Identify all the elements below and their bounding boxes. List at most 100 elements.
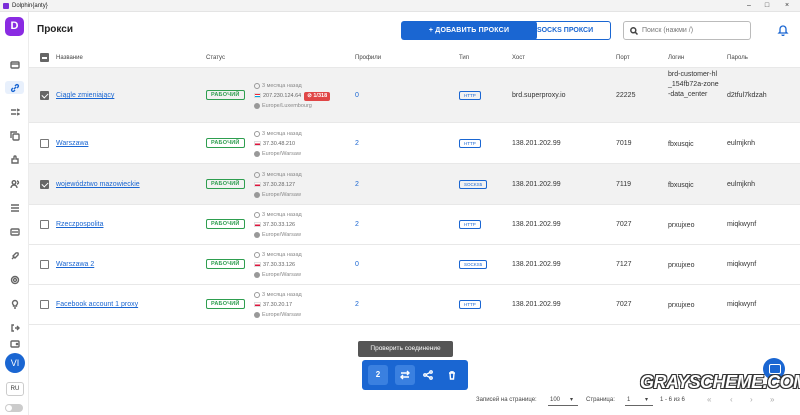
row-checkbox[interactable] — [40, 260, 49, 269]
timezone-text: Europe/Luxembourg — [262, 103, 312, 109]
proxy-type-badge: HTTP — [459, 91, 481, 100]
proxy-name-link[interactable]: Rzeczpospolita — [56, 221, 103, 228]
proxy-name-link[interactable]: Ciągle zmieniający — [56, 92, 114, 99]
timezone-text: Europe/Warsaw — [262, 151, 301, 157]
ip-address: 37.30.33.126 — [263, 222, 296, 228]
history-icon — [254, 82, 260, 89]
rocket-icon[interactable] — [7, 249, 22, 262]
copy-icon[interactable] — [7, 129, 22, 142]
settings-gear-icon[interactable] — [7, 273, 22, 286]
ip-address: 207.230.124.64 — [263, 93, 302, 99]
close-button[interactable]: × — [780, 0, 794, 12]
wallet-icon[interactable] — [7, 337, 22, 350]
country-flag-icon — [254, 222, 261, 228]
per-page-select[interactable]: 100 ▾ — [548, 395, 578, 406]
language-selector[interactable]: RU — [6, 382, 24, 396]
table-row[interactable]: Rzeczpospolita РАБОЧИЙ 3 месяца назад 37.30… — [29, 205, 800, 245]
password-text: miqkwynf — [727, 221, 757, 228]
port-text: 7127 — [616, 261, 632, 268]
profiles-count-link[interactable]: 2 — [355, 140, 359, 147]
search-input[interactable]: Поиск (нажми /) — [623, 21, 751, 40]
connection-info: 3 месяца назад 37.30.33.126 Europe/Warsaw — [254, 210, 302, 240]
select-all-checkbox[interactable] — [40, 53, 49, 62]
row-checkbox[interactable] — [40, 220, 49, 229]
timezone-text: Europe/Warsaw — [262, 232, 301, 238]
password-text: eulmjknh — [727, 140, 756, 147]
profiles-count-link[interactable]: 0 — [355, 261, 359, 268]
user-avatar[interactable]: VI — [5, 353, 25, 373]
country-flag-icon — [254, 262, 261, 268]
col-host: Хост — [512, 55, 526, 61]
browser-profiles-icon[interactable] — [7, 58, 22, 71]
ip-address: 37.30.48.210 — [263, 141, 296, 147]
country-flag-icon — [254, 141, 261, 147]
connection-info: 3 месяца назад 37.30.20.17 Europe/Warsaw — [254, 290, 302, 320]
window-title: Dolphin{anty} — [12, 3, 48, 9]
profiles-count-link[interactable]: 0 — [355, 92, 359, 99]
share-icon — [423, 370, 433, 380]
next-page-icon[interactable]: › — [750, 395, 753, 404]
checked-ago-text: 3 месяца назад — [262, 172, 302, 178]
minimize-button[interactable]: – — [742, 0, 756, 12]
maximize-button[interactable]: □ — [760, 0, 774, 12]
ip-address: 37.30.28.127 — [263, 182, 296, 188]
theme-toggle[interactable] — [5, 404, 23, 412]
globe-icon — [254, 231, 260, 238]
table-row[interactable]: Warszawa РАБОЧИЙ 3 месяца назад 37.30.48.21… — [29, 123, 800, 164]
proxy-type-badge: HTTP — [459, 300, 481, 309]
prev-page-icon[interactable]: ‹ — [730, 395, 733, 404]
col-name[interactable]: Название — [56, 55, 83, 61]
app-logo[interactable]: D — [5, 17, 24, 36]
page-select[interactable]: 1 ▾ — [625, 395, 653, 406]
table-row[interactable]: Warszawa 2 РАБОЧИЙ 3 месяца назад 37.30.33.… — [29, 245, 800, 285]
list-icon[interactable] — [7, 201, 22, 214]
timezone-line: Europe/Warsaw — [254, 310, 302, 320]
host-text: 138.201.202.99 — [512, 140, 561, 147]
logout-icon[interactable] — [7, 321, 22, 334]
ip-address: 37.30.33.126 — [263, 262, 296, 268]
swap-arrows-icon — [400, 370, 410, 380]
proxy-type-badge: HTTP — [459, 220, 481, 229]
profiles-count-link[interactable]: 2 — [355, 181, 359, 188]
table-row[interactable]: Ciągle zmieniający РАБОЧИЙ 3 месяца назад 2… — [29, 68, 800, 123]
timezone-line: Europe/Warsaw — [254, 270, 302, 280]
automation-icon[interactable] — [7, 105, 22, 118]
ip-line: 37.30.48.210 — [254, 139, 302, 149]
row-checkbox[interactable] — [40, 139, 49, 148]
asocks-proxy-button[interactable]: ASOCKS ПРОКСИ — [514, 21, 611, 40]
profiles-count-link[interactable]: 2 — [355, 221, 359, 228]
share-button[interactable] — [418, 365, 438, 385]
notifications-bell-icon[interactable] — [777, 23, 789, 37]
row-checkbox[interactable] — [40, 180, 49, 189]
history-icon — [254, 130, 260, 137]
row-checkbox[interactable] — [40, 300, 49, 309]
proxy-link-icon[interactable] — [5, 81, 24, 94]
team-icon[interactable] — [7, 177, 22, 190]
row-checkbox[interactable] — [40, 91, 49, 100]
ip-line: 37.30.33.126 — [254, 220, 302, 230]
proxy-name-link[interactable]: Warszawa 2 — [56, 261, 94, 268]
api-icon[interactable] — [7, 225, 22, 238]
extensions-icon[interactable] — [7, 153, 22, 166]
profiles-count-link[interactable]: 2 — [355, 301, 359, 308]
host-text: 138.201.202.99 — [512, 221, 561, 228]
tips-bulb-icon[interactable] — [7, 297, 22, 310]
delete-button[interactable] — [442, 365, 462, 385]
table-row[interactable]: województwo mazowieckie РАБОЧИЙ 3 месяца н… — [29, 164, 800, 205]
table-row[interactable]: Facebook account 1 proxy РАБОЧИЙ 3 месяца … — [29, 285, 800, 325]
proxy-type-badge: HTTP — [459, 139, 481, 148]
col-type: Тип — [459, 55, 470, 61]
password-text: eulmjknh — [727, 181, 756, 188]
checked-time: 3 месяца назад — [254, 250, 302, 260]
first-page-icon[interactable]: « — [707, 395, 711, 404]
check-connection-button[interactable] — [395, 365, 415, 385]
last-page-icon[interactable]: » — [770, 395, 774, 404]
check-connection-tooltip: Проверить соединение — [358, 341, 453, 357]
proxy-name-link[interactable]: Warszawa — [56, 140, 88, 147]
proxy-name-link[interactable]: województwo mazowieckie — [56, 181, 140, 188]
globe-icon — [254, 311, 260, 318]
status-badge: РАБОЧИЙ — [206, 138, 245, 148]
host-text: 138.201.202.99 — [512, 301, 561, 308]
proxy-name-link[interactable]: Facebook account 1 proxy — [56, 301, 138, 308]
checked-ago-text: 3 месяца назад — [262, 212, 302, 218]
